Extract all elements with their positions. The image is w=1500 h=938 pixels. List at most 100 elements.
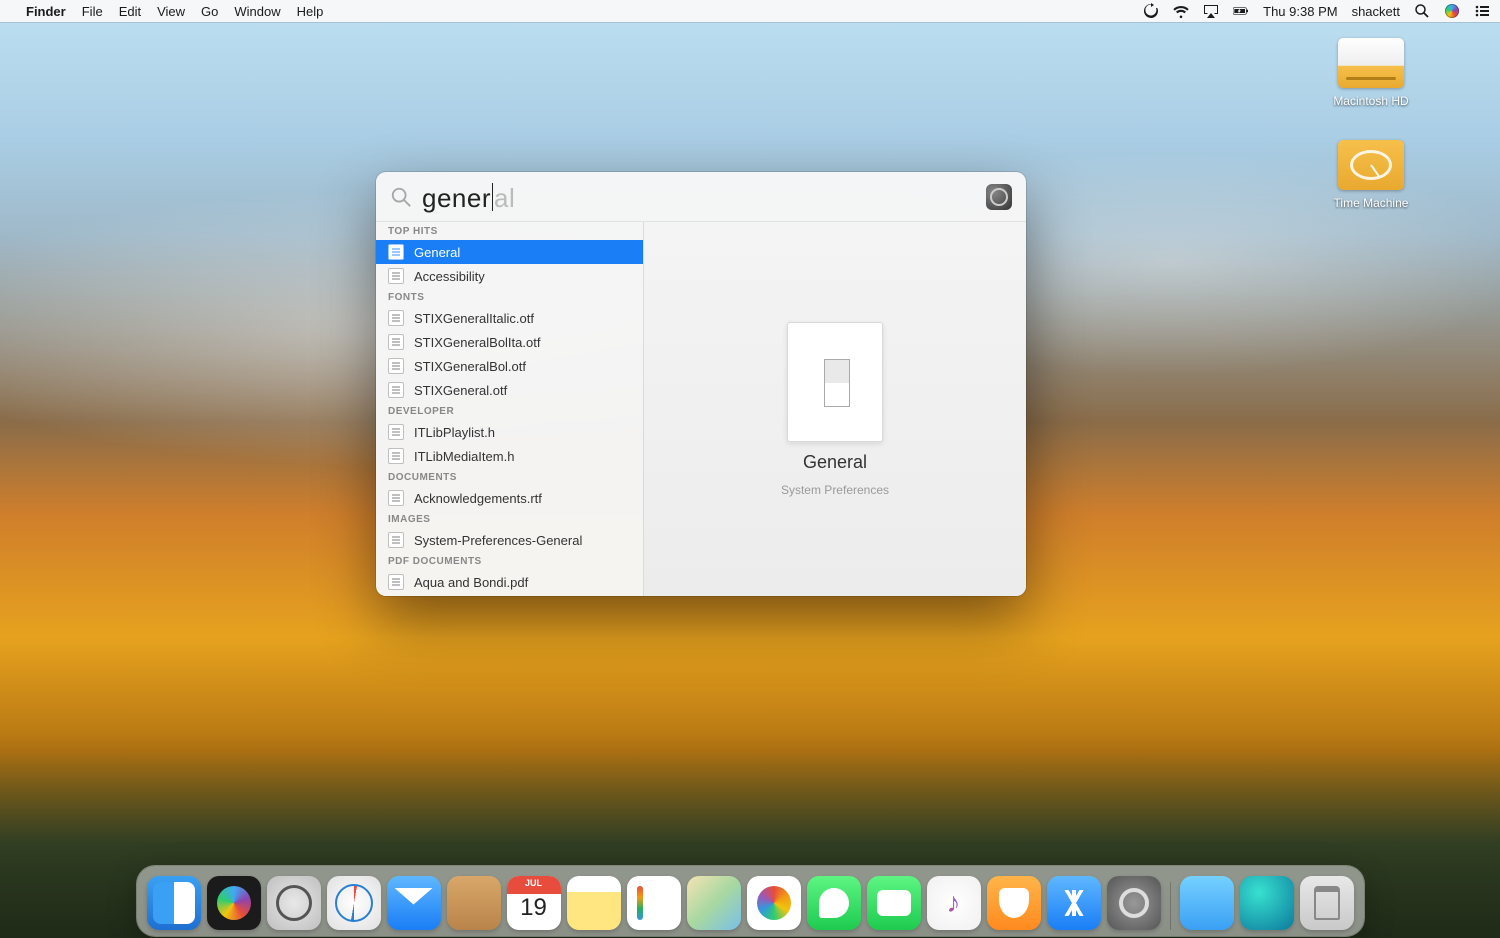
preview-document-icon: [787, 322, 883, 442]
dock-app-messages[interactable]: [807, 876, 861, 930]
spotlight-result[interactable]: ITLibPlaylist.h: [376, 420, 643, 444]
spotlight-result-label: Accessibility: [414, 269, 485, 284]
app-name[interactable]: Finder: [26, 4, 66, 19]
spotlight-result-label: System-Preferences-General: [414, 533, 582, 548]
dock-trash[interactable]: [1300, 876, 1354, 930]
spotlight-result-label: ITLibPlaylist.h: [414, 425, 495, 440]
font-file-icon: [388, 382, 404, 398]
dock-app-finder[interactable]: [147, 876, 201, 930]
image-file-icon: [388, 532, 404, 548]
spotlight-section-header: DOCUMENTS: [376, 468, 643, 486]
menubar-user[interactable]: shackett: [1352, 4, 1400, 19]
dock-webloc[interactable]: [1240, 876, 1294, 930]
dock-app-maps[interactable]: [687, 876, 741, 930]
spotlight-result[interactable]: STIXGeneralBolIta.otf: [376, 330, 643, 354]
dock-app-calendar[interactable]: JUL 19: [507, 876, 561, 930]
battery-icon[interactable]: [1233, 3, 1249, 19]
spotlight-search-row: general: [376, 172, 1026, 222]
font-file-icon: [388, 358, 404, 374]
menu-help[interactable]: Help: [297, 4, 324, 19]
spotlight-result-label: Aqua and Bondi.pdf: [414, 575, 528, 590]
spotlight-result[interactable]: System-Preferences-General: [376, 528, 643, 552]
siri-icon[interactable]: [1444, 3, 1460, 19]
spotlight-result[interactable]: General: [376, 240, 643, 264]
desktop-icon-label: Time Machine: [1326, 196, 1416, 210]
dock-app-contacts[interactable]: [447, 876, 501, 930]
spotlight-results-list[interactable]: TOP HITS General Accessibility FONTS STI…: [376, 222, 644, 596]
search-icon: [390, 186, 412, 208]
rtf-file-icon: [388, 490, 404, 506]
dock-app-photos[interactable]: [747, 876, 801, 930]
preview-subtitle: System Preferences: [781, 483, 889, 497]
desktop-icon-macintosh-hd[interactable]: Macintosh HD: [1326, 38, 1416, 108]
calendar-day: 19: [507, 876, 561, 930]
dock-separator: [1170, 882, 1171, 930]
dock-stack-folder[interactable]: [1180, 876, 1234, 930]
menu-edit[interactable]: Edit: [119, 4, 141, 19]
dock-app-notes[interactable]: [567, 876, 621, 930]
dock-app-system-preferences[interactable]: [1107, 876, 1161, 930]
dock: JUL 19: [137, 866, 1364, 936]
spotlight-query-typed: gener: [422, 183, 491, 214]
spotlight-result[interactable]: STIXGeneralItalic.otf: [376, 306, 643, 330]
font-file-icon: [388, 334, 404, 350]
desktop[interactable]: Finder File Edit View Go Window Help Thu…: [0, 0, 1500, 938]
spotlight-search-input[interactable]: general: [422, 179, 986, 214]
wifi-icon[interactable]: [1173, 3, 1189, 19]
spotlight-icon[interactable]: [1414, 3, 1430, 19]
font-file-icon: [388, 310, 404, 326]
dock-container: JUL 19: [0, 866, 1500, 936]
spotlight-result-label: Acknowledgements.rtf: [414, 491, 542, 506]
menu-go[interactable]: Go: [201, 4, 218, 19]
spotlight-result-label: General: [414, 245, 460, 260]
desktop-icon-label: Macintosh HD: [1326, 94, 1416, 108]
spotlight-result-label: STIXGeneral.otf: [414, 383, 507, 398]
spotlight-window: general TOP HITS General Accessibility F…: [376, 172, 1026, 596]
notification-center-icon[interactable]: [1474, 3, 1490, 19]
spotlight-result[interactable]: Accessibility: [376, 264, 643, 288]
dock-app-ibooks[interactable]: [987, 876, 1041, 930]
menubar: Finder File Edit View Go Window Help Thu…: [0, 0, 1500, 22]
spotlight-section-header: DEVELOPER: [376, 402, 643, 420]
spotlight-result-label: STIXGeneralBolIta.otf: [414, 335, 540, 350]
spotlight-section-header: TOP HITS: [376, 222, 643, 240]
spotlight-section-header: PDF DOCUMENTS: [376, 552, 643, 570]
spotlight-preview-pane: General System Preferences: [644, 222, 1026, 596]
preview-title: General: [803, 452, 867, 473]
spotlight-result[interactable]: Acknowledgements.rtf: [376, 486, 643, 510]
spotlight-result-label: ITLibMediaItem.h: [414, 449, 514, 464]
menu-view[interactable]: View: [157, 4, 185, 19]
airplay-icon[interactable]: [1203, 3, 1219, 19]
dock-app-reminders[interactable]: [627, 876, 681, 930]
dock-app-safari[interactable]: [327, 876, 381, 930]
menu-window[interactable]: Window: [234, 4, 280, 19]
dock-app-appstore[interactable]: [1047, 876, 1101, 930]
desktop-icon-time-machine[interactable]: Time Machine: [1326, 140, 1416, 210]
spotlight-section-header: FONTS: [376, 288, 643, 306]
dock-app-itunes[interactable]: [927, 876, 981, 930]
pdf-file-icon: [388, 574, 404, 590]
hard-drive-icon: [1338, 38, 1404, 88]
spotlight-result-label: STIXGeneralBol.otf: [414, 359, 526, 374]
menu-file[interactable]: File: [82, 4, 103, 19]
spotlight-section-header: IMAGES: [376, 510, 643, 528]
document-icon: [388, 244, 404, 260]
spotlight-result-label: STIXGeneralItalic.otf: [414, 311, 534, 326]
top-hit-app-icon: [986, 184, 1012, 210]
time-machine-icon[interactable]: [1143, 3, 1159, 19]
spotlight-result[interactable]: STIXGeneral.otf: [376, 378, 643, 402]
text-caret: [492, 183, 493, 211]
spotlight-result[interactable]: ITLibMediaItem.h: [376, 444, 643, 468]
spotlight-result[interactable]: Aqua and Bondi.pdf: [376, 570, 643, 594]
spotlight-result[interactable]: STIXGeneralBol.otf: [376, 354, 643, 378]
header-file-icon: [388, 448, 404, 464]
spotlight-query-suggestion: al: [494, 183, 515, 214]
dock-app-facetime[interactable]: [867, 876, 921, 930]
menubar-datetime[interactable]: Thu 9:38 PM: [1263, 4, 1337, 19]
document-icon: [388, 268, 404, 284]
header-file-icon: [388, 424, 404, 440]
dock-app-siri[interactable]: [207, 876, 261, 930]
dock-app-mail[interactable]: [387, 876, 441, 930]
dock-app-launchpad[interactable]: [267, 876, 321, 930]
time-machine-drive-icon: [1338, 140, 1404, 190]
